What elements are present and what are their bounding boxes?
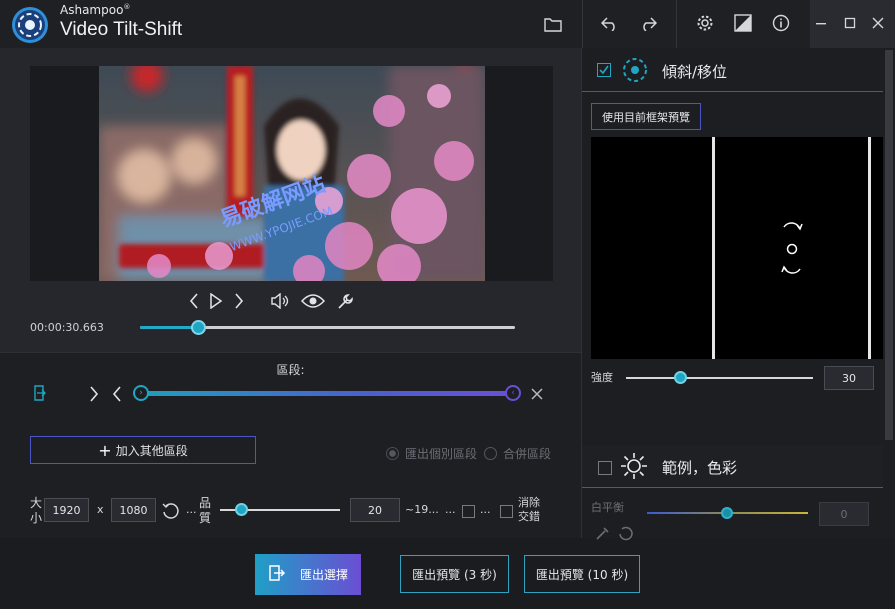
export-selection-label: 匯出選擇 xyxy=(299,568,348,582)
height-input[interactable]: 1080 xyxy=(111,498,156,522)
volume-icon[interactable] xyxy=(267,288,293,314)
folder-icon[interactable] xyxy=(540,11,566,37)
estimated-size: ~19... xyxy=(405,503,439,516)
strength-slider-handle[interactable] xyxy=(674,371,687,384)
option-more: ... xyxy=(480,503,491,516)
toolbar-divider xyxy=(582,0,583,48)
app-title: Video Tilt-Shift xyxy=(60,19,183,40)
deinterlace-label: 消除交錯 xyxy=(518,496,540,523)
export-selection-button[interactable]: 匯出選擇 xyxy=(255,554,361,595)
deinterlace-checkbox[interactable] xyxy=(500,505,513,518)
white-balance-value-input[interactable]: 0 xyxy=(819,502,869,526)
segment-start-handle[interactable]: › xyxy=(133,385,149,401)
add-segment-button[interactable]: + 加入其他區段 xyxy=(30,436,256,464)
segment-end-handle[interactable]: ‹ xyxy=(505,385,521,401)
focus-line-right[interactable] xyxy=(868,137,871,359)
wrench-icon[interactable] xyxy=(333,288,359,314)
quality-slider-handle[interactable] xyxy=(235,503,248,516)
export-each-radio[interactable]: 匯出個別區段 xyxy=(386,445,477,462)
color-effect-checkbox[interactable] xyxy=(598,461,612,475)
next-frame-icon[interactable] xyxy=(226,288,252,314)
segment-range-track[interactable] xyxy=(140,391,515,396)
color-effect-title: 範例，色彩 xyxy=(662,459,738,477)
redo-icon[interactable] xyxy=(635,11,661,37)
tilt-shift-checkbox[interactable] xyxy=(597,63,611,77)
segments-title: 區段: xyxy=(276,363,305,377)
use-current-frame-button[interactable]: 使用目前框架預覽 xyxy=(591,103,701,130)
strength-value-input[interactable]: 30 xyxy=(824,366,874,390)
preview-eye-icon[interactable] xyxy=(300,288,326,314)
segment-prev-icon[interactable] xyxy=(104,381,130,407)
reset-size-icon[interactable] xyxy=(158,498,184,524)
radio-dot xyxy=(484,447,497,460)
settings-icon[interactable] xyxy=(692,10,718,36)
quality-value-input[interactable]: 20 xyxy=(350,498,400,522)
export-segment-icon[interactable] xyxy=(27,380,53,406)
tilt-shift-preview[interactable] xyxy=(591,137,883,359)
brand-name: Ashampoo® xyxy=(60,3,131,17)
tilt-shift-title: 傾斜/移位 xyxy=(662,63,728,81)
option-checkbox[interactable] xyxy=(462,505,475,518)
undo-icon[interactable] xyxy=(597,11,623,37)
merge-segments-label: 合併區段 xyxy=(503,447,552,461)
merge-segments-radio[interactable]: 合併區段 xyxy=(484,445,551,462)
split-view-icon[interactable] xyxy=(730,10,756,36)
times-sign: x xyxy=(97,503,104,516)
quality-label: 品質 xyxy=(199,496,212,525)
remove-segment-icon[interactable] xyxy=(524,381,550,407)
add-segment-label: 加入其他區段 xyxy=(115,443,188,458)
export-preview-3s-button[interactable]: 匯出預覽 (3 秒) xyxy=(400,555,509,593)
white-balance-label: 白平衡 xyxy=(591,501,624,514)
strength-label: 強度 xyxy=(591,371,613,384)
maximize-icon[interactable] xyxy=(837,10,863,36)
strength-slider-track[interactable] xyxy=(626,377,813,379)
rotate-handle-icon[interactable] xyxy=(780,217,804,280)
size-label: 大小 xyxy=(30,496,43,525)
export-preview-10s-button[interactable]: 匯出預覽 (10 秒) xyxy=(524,555,640,593)
size-estimate-more: ... xyxy=(445,503,456,516)
sun-icon xyxy=(620,452,648,483)
minimize-icon[interactable] xyxy=(808,10,834,36)
seek-handle[interactable] xyxy=(191,320,206,335)
export-icon xyxy=(268,564,286,585)
white-balance-slider-handle[interactable] xyxy=(721,507,733,519)
size-more[interactable]: ... xyxy=(186,503,197,516)
radio-dot xyxy=(386,447,399,460)
plus-icon: + xyxy=(98,440,112,460)
panel-scrollbar-thumb[interactable] xyxy=(885,50,893,440)
toolbar-divider xyxy=(676,0,677,48)
tilt-shift-icon xyxy=(621,57,649,86)
close-icon[interactable] xyxy=(865,10,891,36)
width-input[interactable]: 1920 xyxy=(44,498,89,522)
app-logo-icon xyxy=(7,5,53,45)
export-each-label: 匯出個別區段 xyxy=(405,447,478,461)
info-icon[interactable] xyxy=(768,10,794,36)
focus-line-left[interactable] xyxy=(712,137,715,359)
reset-white-balance-icon[interactable] xyxy=(613,520,639,546)
current-time: 00:00:30.663 xyxy=(30,321,104,334)
video-frame: 易破解网站 WWW.YPOJIE.COM xyxy=(99,66,485,281)
